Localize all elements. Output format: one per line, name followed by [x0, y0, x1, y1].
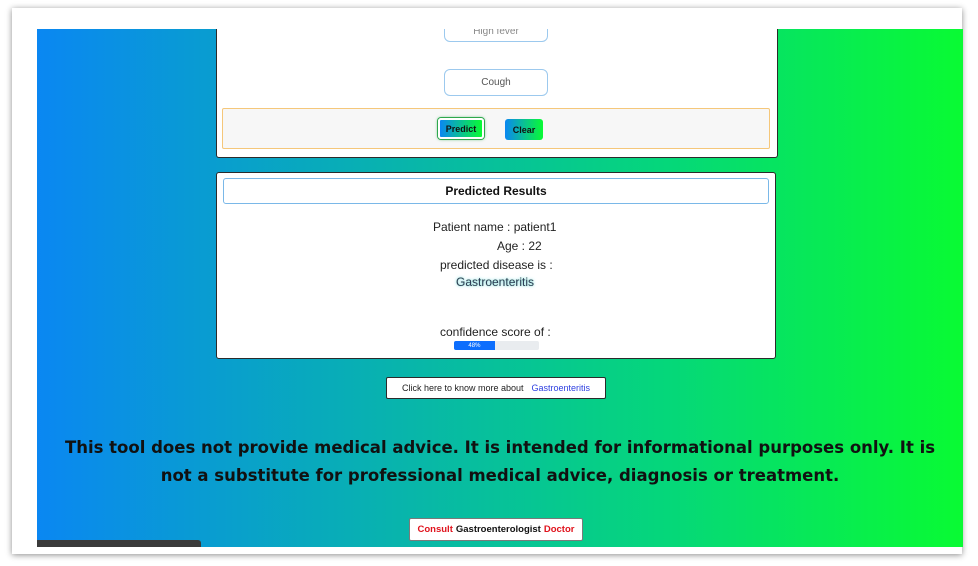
know-more-disease-link[interactable]: Gastroenteritis: [532, 383, 591, 393]
predicted-disease-label: predicted disease is :: [440, 258, 553, 272]
symptom-form-card: High fever Cough Predict Clear: [216, 29, 778, 158]
medical-disclaimer: This tool does not provide medical advic…: [64, 438, 936, 485]
know-more-link-box[interactable]: Click here to know more about Gastroente…: [386, 377, 606, 399]
page-viewport: High fever Cough Predict Clear Predicted…: [37, 29, 963, 547]
predict-button[interactable]: Predict: [438, 118, 484, 139]
predicted-disease-value: Gastroenteritis: [456, 275, 535, 289]
form-action-bar: Predict Clear: [222, 108, 770, 149]
confidence-progress-fill: 48%: [454, 341, 495, 350]
know-more-prefix: Click here to know more about: [401, 383, 524, 393]
confidence-progress-bar: 48%: [454, 341, 539, 350]
results-title: Predicted Results: [223, 178, 769, 204]
consult-prefix: Consult: [417, 524, 453, 535]
consult-specialist: Gastroenterologist: [455, 524, 541, 535]
clear-button[interactable]: Clear: [505, 119, 543, 140]
consult-suffix: Doctor: [543, 524, 575, 535]
patient-name-line: Patient name : patient1: [433, 220, 557, 234]
consult-doctor-button[interactable]: Consult Gastroenterologist Doctor: [409, 518, 583, 541]
symptom-chip-high-fever[interactable]: High fever: [444, 29, 548, 42]
confidence-score-label: confidence score of :: [440, 325, 551, 339]
patient-age-line: Age : 22: [497, 239, 542, 253]
symptom-chip-cough[interactable]: Cough: [444, 69, 548, 96]
predicted-results-card: Predicted Results Patient name : patient…: [216, 172, 776, 359]
screenshot-frame: High fever Cough Predict Clear Predicted…: [12, 8, 963, 554]
browser-status-bar: [37, 540, 201, 547]
